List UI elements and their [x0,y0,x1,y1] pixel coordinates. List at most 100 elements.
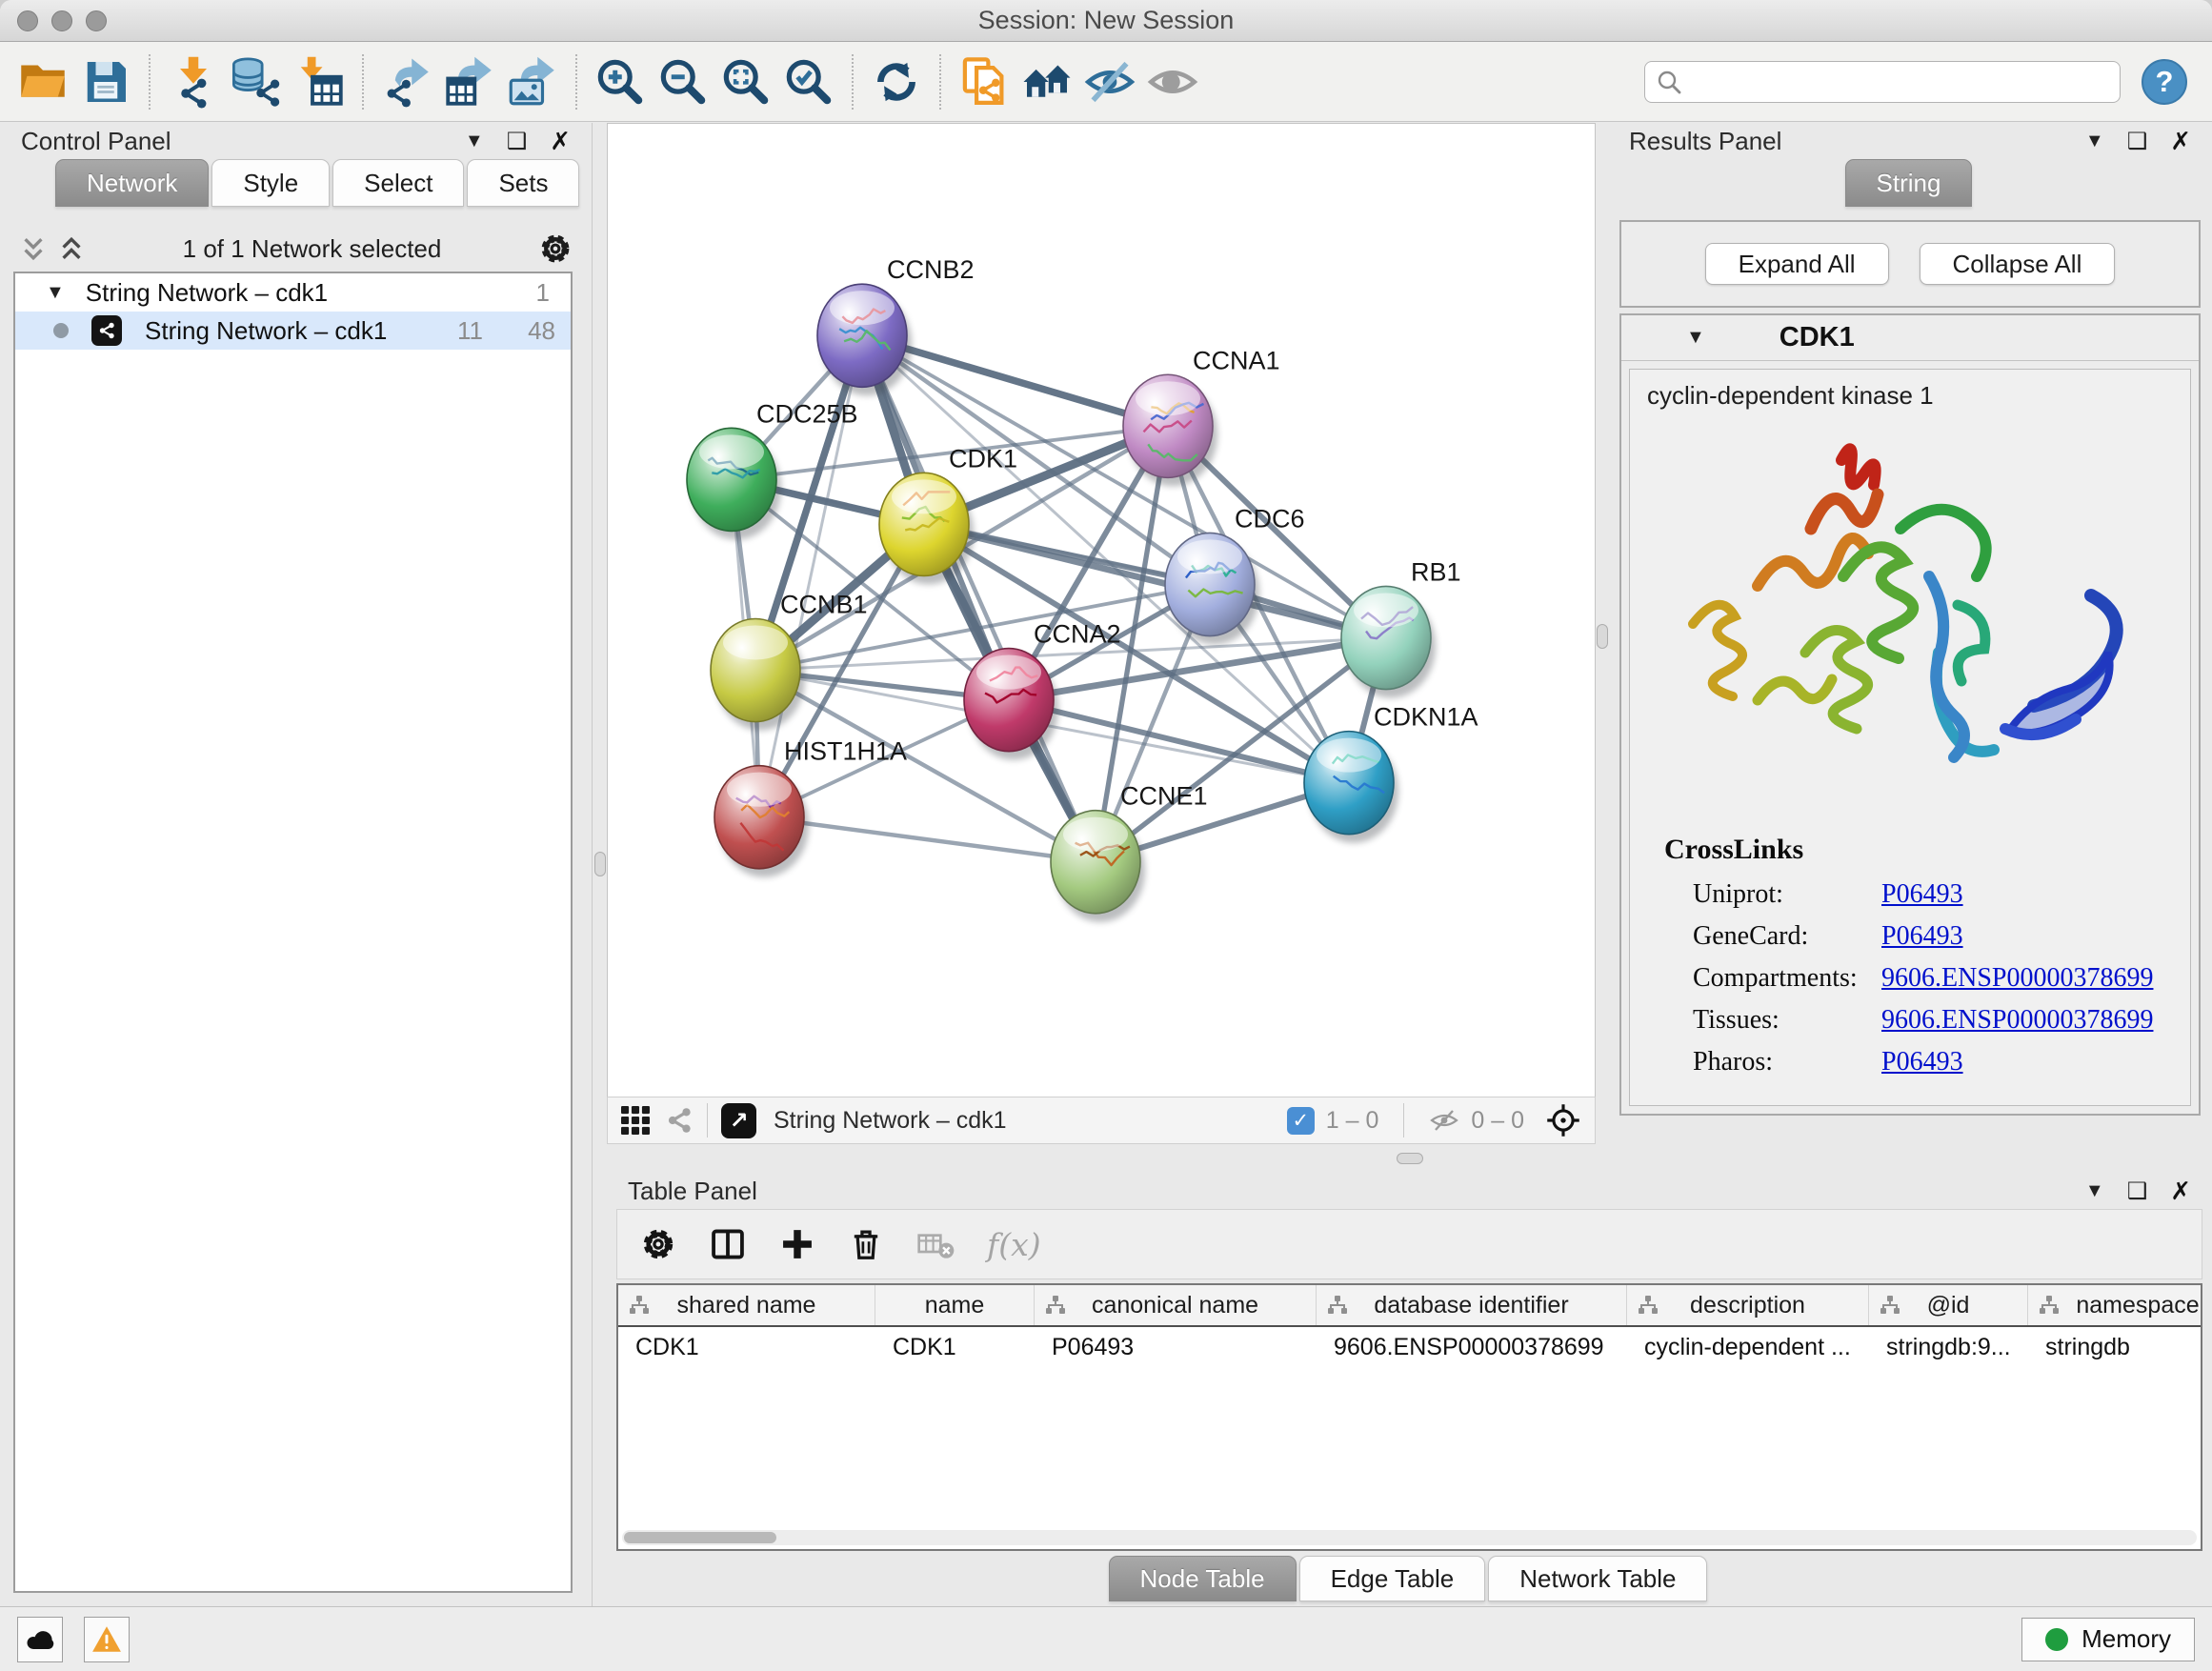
grid-view-icon[interactable] [621,1106,650,1135]
splitter-handle[interactable] [1597,624,1608,649]
panel-menu-icon[interactable]: ▼ [2085,131,2104,152]
column-type-icon [1879,1295,1901,1316]
network-node-CCNB1[interactable]: CCNB1 [711,590,867,730]
control-panel-title: Control Panel [21,127,171,156]
table-row[interactable]: CDK1 CDK1 P06493 9606.ENSP00000378699 cy… [618,1327,2201,1367]
splitter-handle[interactable] [594,852,606,876]
search-input[interactable] [1644,61,2121,103]
show-columns-icon[interactable] [709,1226,747,1262]
network-node-CCNB2[interactable]: CCNB2 [817,255,974,395]
import-network-database-button[interactable] [225,50,288,113]
tab-string[interactable]: String [1845,159,1973,207]
export-network-button[interactable] [375,50,438,113]
minimize-window-button[interactable] [51,10,72,31]
first-neighbors-button[interactable] [1016,50,1078,113]
import-table-button[interactable] [288,50,351,113]
crosslink-row: Tissues: 9606.ENSP00000378699 [1630,999,2190,1041]
selected-checkbox-icon[interactable]: ✓ [1287,1107,1315,1135]
column-header-id[interactable]: @id [1869,1285,2028,1325]
column-header-name[interactable]: name [875,1285,1035,1325]
crosslink-link[interactable]: P06493 [1881,874,1963,916]
crosslink-link[interactable]: P06493 [1881,1041,1963,1083]
network-edge-CCNB2-CCNE1[interactable] [862,335,1096,862]
network-node-CDC6[interactable]: CDC6 [1165,504,1304,644]
column-header-description[interactable]: description [1627,1285,1869,1325]
entry-expand-icon[interactable]: ▼ [1686,327,1705,349]
column-header-canonical-name[interactable]: canonical name [1035,1285,1317,1325]
help-button[interactable]: ? [2142,59,2187,105]
zoom-selected-button[interactable] [777,50,840,113]
crosslink-link[interactable]: P06493 [1881,916,1963,957]
panel-close-icon[interactable]: ✗ [550,127,571,156]
gear-icon[interactable] [538,232,573,266]
tab-select[interactable]: Select [332,159,464,207]
zoom-fit-button[interactable] [714,50,777,113]
crosslink-link[interactable]: 9606.ENSP00000378699 [1881,999,2153,1041]
network-row-selected[interactable]: String Network – cdk1 11 48 [15,312,571,350]
collapse-all-icon[interactable] [19,235,48,262]
panel-float-icon[interactable]: ❑ [2127,1178,2148,1205]
column-header-shared-name[interactable]: shared name [618,1285,875,1325]
save-session-button[interactable] [74,50,137,113]
scrollbar-thumb[interactable] [624,1532,776,1543]
panel-float-icon[interactable]: ❑ [507,128,528,155]
zoom-window-button[interactable] [86,10,107,31]
network-edge-CDK1-RB1[interactable] [924,524,1386,637]
tab-network-table[interactable]: Network Table [1488,1556,1707,1601]
network-share-icon[interactable] [665,1106,694,1135]
tree-expand-icon[interactable]: ▼ [46,282,65,304]
panel-float-icon[interactable]: ❑ [2127,128,2148,155]
splitter-handle[interactable] [1397,1153,1423,1164]
network-node-CDKN1A[interactable]: CDKN1A [1304,703,1478,843]
network-node-CDK1[interactable]: CDK1 [879,444,1017,584]
network-canvas[interactable]: CCNB2CCNA1CDC25BCDK1CDC6RB1CCNB1CCNA2CDK… [607,123,1596,1097]
column-header-namespace[interactable]: namespace [2028,1285,2202,1325]
birdseye-toggle-button[interactable]: ↗ [721,1103,756,1138]
column-header-database-identifier[interactable]: database identifier [1317,1285,1627,1325]
network-node-HIST1H1A[interactable]: HIST1H1A [714,737,907,877]
export-table-button[interactable] [438,50,501,113]
tab-node-table[interactable]: Node Table [1109,1556,1297,1601]
vertical-splitter-right[interactable] [1596,123,1608,1144]
network-node-CCNA1[interactable]: CCNA1 [1123,346,1279,486]
vertical-splitter-left[interactable] [593,123,607,1606]
network-node-RB1[interactable]: RB1 [1341,557,1461,697]
table-settings-gear-icon[interactable] [640,1226,676,1262]
warnings-button[interactable] [84,1617,130,1662]
cloud-services-button[interactable] [17,1617,63,1662]
export-table-icon [443,55,496,109]
close-window-button[interactable] [17,10,38,31]
hide-selected-button[interactable] [1078,50,1141,113]
delete-column-trash-icon[interactable] [848,1226,884,1262]
network-collection-row[interactable]: ▼ String Network – cdk1 1 [15,273,571,312]
panel-menu-icon[interactable]: ▼ [2085,1180,2104,1202]
entry-header[interactable]: ▼ CDK1 [1621,315,2199,361]
open-session-button[interactable] [11,50,74,113]
zoom-out-button[interactable] [652,50,714,113]
panel-close-icon[interactable]: ✗ [2170,1177,2191,1206]
memory-button[interactable]: Memory [2021,1618,2195,1661]
export-image-button[interactable] [501,50,564,113]
tab-network[interactable]: Network [55,159,209,207]
clone-network-button[interactable] [953,50,1016,113]
tab-style[interactable]: Style [211,159,330,207]
horizontal-splitter[interactable] [607,1144,2212,1173]
apply-layout-button[interactable] [865,50,928,113]
tab-edge-table[interactable]: Edge Table [1299,1556,1486,1601]
zoom-in-button[interactable] [589,50,652,113]
expand-all-icon[interactable] [57,235,86,262]
node-label: RB1 [1411,557,1461,586]
network-edge-HIST1H1A-CCNE1[interactable] [759,817,1096,862]
import-network-file-button[interactable] [162,50,225,113]
tab-sets[interactable]: Sets [467,159,579,207]
add-column-plus-icon[interactable] [779,1226,815,1262]
crosslink-link[interactable]: 9606.ENSP00000378699 [1881,957,2153,999]
panel-menu-icon[interactable]: ▼ [465,131,484,152]
fit-content-target-icon[interactable] [1545,1102,1581,1138]
show-all-button[interactable] [1141,50,1204,113]
horizontal-scrollbar[interactable] [622,1530,2197,1545]
network-node-CCNE1[interactable]: CCNE1 [1051,782,1207,922]
collapse-all-button[interactable]: Collapse All [1920,243,2116,285]
expand-all-button[interactable]: Expand All [1705,243,1889,285]
panel-close-icon[interactable]: ✗ [2170,127,2191,156]
